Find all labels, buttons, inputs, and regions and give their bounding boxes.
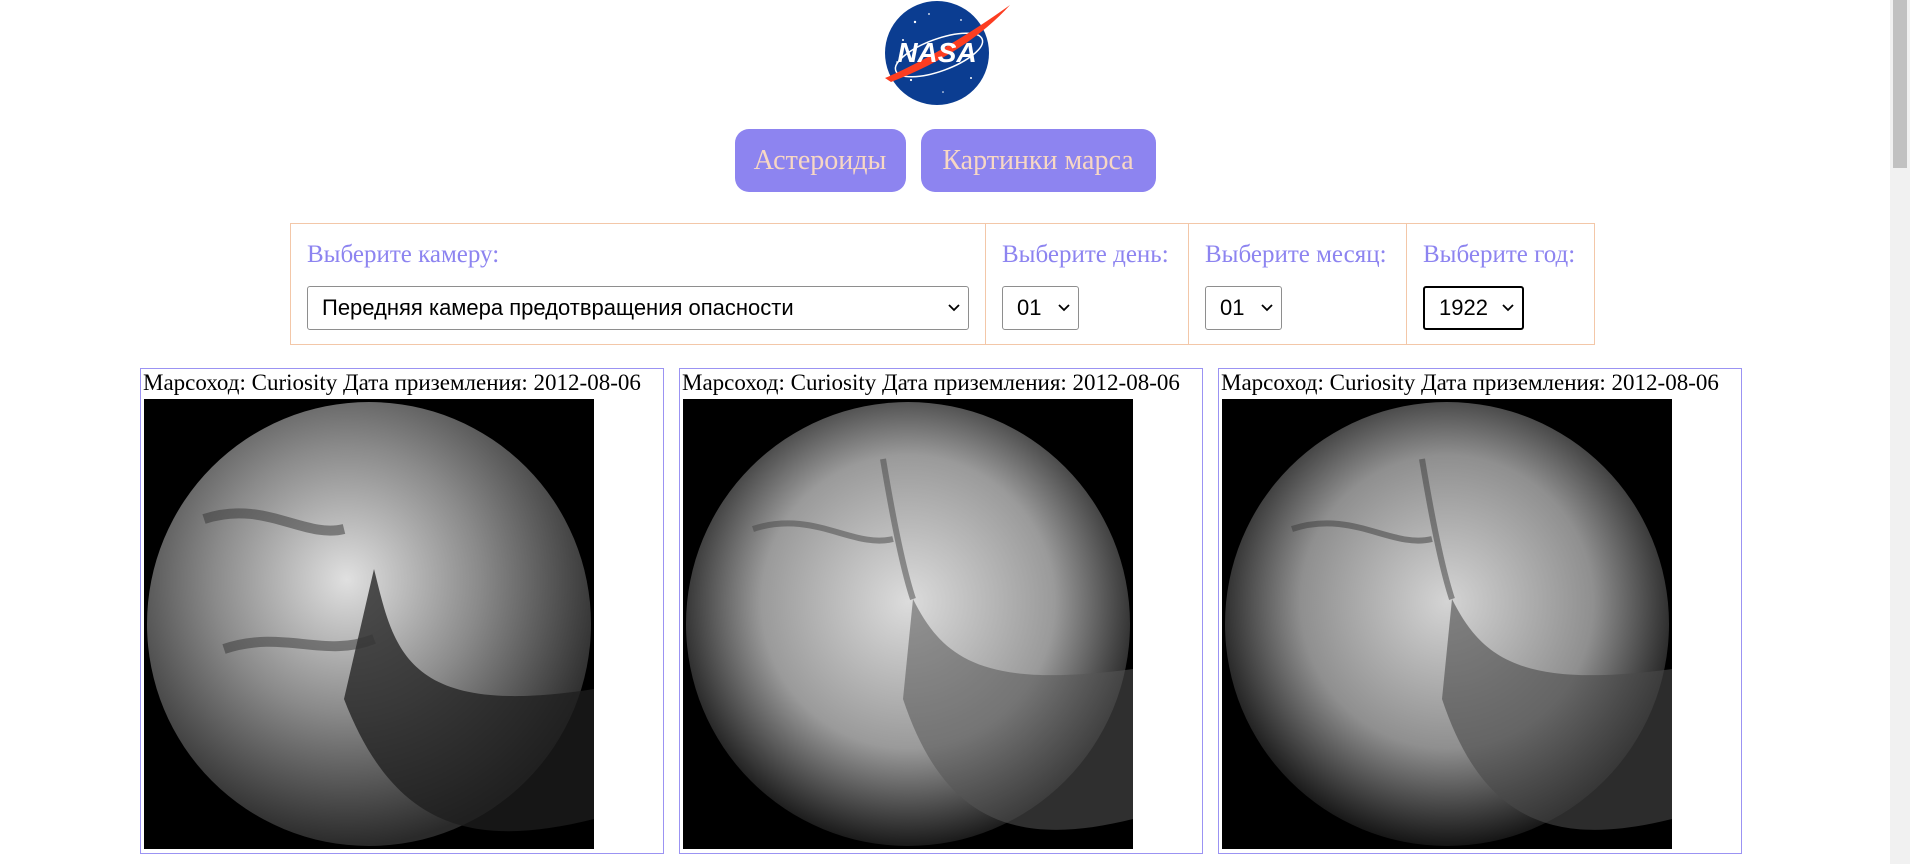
camera-filter: Выберите камеру: Передняя камера предотв…: [291, 224, 986, 344]
mars-images-button[interactable]: Картинки марса: [920, 129, 1156, 192]
photo-caption: Марсоход: Curiosity Дата приземления: 20…: [682, 370, 1180, 395]
day-label: Выберите день:: [1002, 241, 1169, 268]
filter-form: Выберите камеру: Передняя камера предотв…: [290, 223, 1595, 345]
photo-card: Марсоход: Curiosity Дата приземления: 20…: [140, 368, 664, 854]
chevron-down-icon: [948, 304, 960, 312]
nasa-logo: NASA: [885, 1, 1010, 105]
month-select-value: 01: [1220, 295, 1245, 320]
vertical-scrollbar[interactable]: [1890, 0, 1910, 864]
month-filter: Выберите месяц: 01: [1189, 224, 1407, 344]
year-label: Выберите год:: [1423, 241, 1576, 268]
year-filter: Выберите год: 1922: [1407, 224, 1594, 344]
chevron-down-icon: [1502, 304, 1514, 312]
mars-photo[interactable]: [683, 399, 1133, 849]
day-filter: Выберите день: 01: [986, 224, 1189, 344]
photo-caption: Марсоход: Curiosity Дата приземления: 20…: [143, 370, 641, 395]
camera-label: Выберите камеру:: [307, 241, 500, 268]
year-select-value: 1922: [1439, 295, 1488, 320]
day-select[interactable]: 01: [1002, 286, 1079, 330]
month-select[interactable]: 01: [1205, 286, 1282, 330]
month-label: Выберите месяц:: [1205, 241, 1387, 268]
photo-caption: Марсоход: Curiosity Дата приземления: 20…: [1221, 370, 1719, 395]
camera-select[interactable]: Передняя камера предотвращения опасности: [307, 286, 969, 330]
photo-card: Марсоход: Curiosity Дата приземления: 20…: [1218, 368, 1742, 854]
mars-photo[interactable]: [144, 399, 594, 849]
page: NASA Астероиды Картинки марса Выберите к…: [0, 0, 1890, 864]
day-select-value: 01: [1017, 295, 1042, 320]
chevron-down-icon: [1058, 304, 1070, 312]
camera-select-value: Передняя камера предотвращения опасности: [322, 295, 794, 320]
year-select[interactable]: 1922: [1423, 286, 1524, 330]
nasa-logo-text: NASA: [897, 37, 976, 68]
mars-photo[interactable]: [1222, 399, 1672, 849]
nav-bar: Астероиды Картинки марса: [0, 129, 1890, 192]
scrollbar-thumb[interactable]: [1893, 0, 1907, 168]
asteroids-button[interactable]: Астероиды: [734, 129, 906, 192]
photo-card: Марсоход: Curiosity Дата приземления: 20…: [679, 368, 1203, 854]
chevron-down-icon: [1261, 304, 1273, 312]
